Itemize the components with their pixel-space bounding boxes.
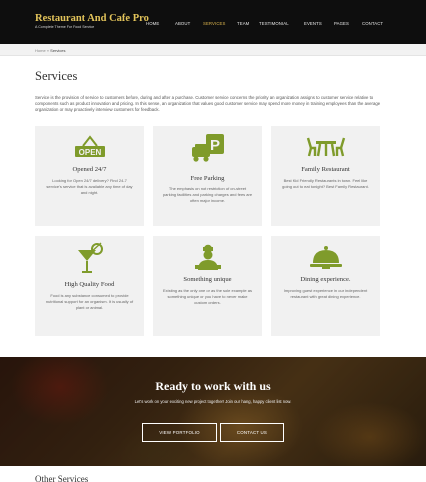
cta-banner: Ready to work with us Let's work on your… — [0, 357, 426, 466]
nav-team[interactable]: TEAM — [237, 21, 259, 26]
svg-text:OPEN: OPEN — [78, 148, 101, 157]
service-card-unique: Something unique Existing as the only on… — [153, 236, 262, 336]
kids-table-icon — [306, 136, 346, 163]
cloche-icon — [309, 244, 343, 277]
banner-title: Ready to work with us — [155, 379, 271, 393]
view-portfolio-button[interactable]: VIEW PORTFOLIO — [142, 423, 217, 442]
service-text: Looking for Open 24/7 delivery? Find 24-… — [46, 178, 133, 195]
brand[interactable]: Restaurant And Cafe Pro A Complete Theme… — [35, 13, 149, 29]
nav-pages[interactable]: PAGES — [334, 21, 362, 26]
nav-testimonial[interactable]: TESTIMONIAL — [259, 21, 304, 26]
site-header: Restaurant And Cafe Pro A Complete Theme… — [0, 0, 426, 44]
parking-icon: P — [190, 132, 226, 169]
main-nav: HOME ABOUT SERVICES TEAM TESTIMONIAL EVE… — [146, 21, 383, 26]
service-card-family: Family Restaurant Best Kid Friendly Rest… — [271, 126, 380, 226]
service-card-dining: Dining experience. Improving guest exper… — [271, 236, 380, 336]
service-text: Best Kid Friendly Restaurants in town. F… — [282, 178, 369, 189]
breadcrumb-separator: » — [46, 48, 50, 53]
nav-home[interactable]: HOME — [146, 21, 175, 26]
service-text: The emphasis on not restriction of on-st… — [162, 186, 253, 203]
service-text: Improving guest experience in our indepe… — [283, 288, 368, 299]
service-title: Opened 24/7 — [72, 166, 107, 173]
nav-about[interactable]: ABOUT — [175, 21, 203, 26]
service-text: Existing as the only one or as the sole … — [163, 288, 252, 305]
contact-us-button[interactable]: CONTACT US — [220, 423, 284, 442]
service-card-parking: P Free Parking The emphasis on not restr… — [153, 126, 262, 226]
service-title: Dining experience. — [300, 276, 351, 283]
breadcrumb-current: Services — [50, 48, 66, 53]
banner-overlay — [0, 357, 426, 466]
other-services-title: Other Services — [35, 474, 89, 482]
breadcrumb-home[interactable]: Home — [35, 48, 46, 53]
nav-contact[interactable]: CONTACT — [362, 21, 383, 26]
service-title: Something unique — [183, 276, 232, 283]
nav-services[interactable]: SERVICES — [203, 21, 237, 26]
open-sign-icon: OPEN — [73, 134, 107, 165]
breadcrumb: Home » Services — [35, 48, 66, 53]
banner-subtitle: Let's work on your exciting new project … — [134, 399, 292, 404]
service-text: Food is any substance consumed to provid… — [45, 293, 134, 310]
svg-text:P: P — [209, 137, 219, 154]
page-intro: Service is the provision of service to c… — [35, 95, 381, 112]
service-card-open: OPEN Opened 24/7 Looking for Open 24/7 d… — [35, 126, 144, 226]
service-title: Free Parking — [190, 175, 225, 182]
page-title: Services — [35, 69, 78, 83]
breadcrumb-bar: Home » Services — [0, 44, 426, 56]
service-card-quality: High Quality Food Food is any substance … — [35, 236, 144, 336]
brand-tagline: A Complete Theme For Food Service — [35, 25, 95, 29]
cocktail-icon — [75, 242, 105, 281]
nav-events[interactable]: EVENTS — [304, 21, 334, 26]
service-title: Family Restaurant — [301, 166, 350, 173]
service-title: High Quality Food — [64, 281, 115, 288]
chef-icon — [193, 242, 223, 277]
brand-title[interactable]: Restaurant And Cafe Pro — [35, 13, 149, 24]
